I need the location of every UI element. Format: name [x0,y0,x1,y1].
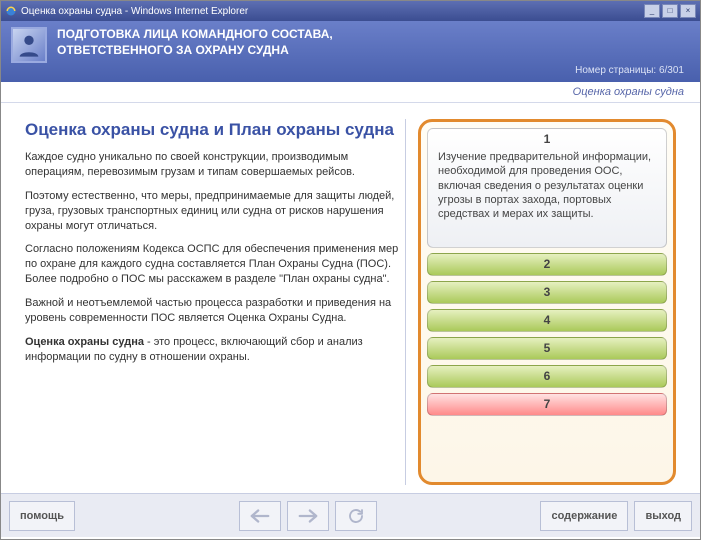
step-number: 3 [436,285,658,299]
step-description: Изучение предварительной информации, нео… [436,146,658,223]
paragraph: Оценка охраны судна - это процесс, включ… [25,335,399,365]
steps-column: 1 Изучение предварительной информации, н… [418,119,676,485]
step-number: 5 [436,341,658,355]
ie-icon [5,5,17,17]
text-column: Оценка охраны судна и План охраны судна … [25,119,406,485]
window-buttons: _ □ × [644,4,696,18]
window-titlebar: Оценка охраны судна - Windows Internet E… [1,1,700,21]
arrow-left-icon [249,507,271,525]
course-header: ПОДГОТОВКА ЛИЦА КОМАНДНОГО СОСТАВА, ОТВЕ… [1,21,700,82]
course-title-line1: ПОДГОТОВКА ЛИЦА КОМАНДНОГО СОСТАВА, [57,27,333,43]
step-item-2[interactable]: 2 [427,253,667,276]
step-item-4[interactable]: 4 [427,309,667,332]
step-item-7[interactable]: 7 [427,393,667,416]
step-item-1[interactable]: 1 Изучение предварительной информации, н… [427,128,667,248]
course-title-line2: ОТВЕТСТВЕННОГО ЗА ОХРАНУ СУДНА [57,43,333,59]
close-button[interactable]: × [680,4,696,18]
forward-button[interactable] [287,501,329,531]
back-button[interactable] [239,501,281,531]
refresh-icon [347,507,365,525]
breadcrumb: Оценка охраны судна [1,82,700,103]
maximize-button[interactable]: □ [662,4,678,18]
minimize-button[interactable]: _ [644,4,660,18]
exit-button[interactable]: выход [634,501,692,531]
step-number: 1 [436,132,658,146]
content-area: Оценка охраны судна и План охраны судна … [1,103,700,493]
arrow-right-icon [297,507,319,525]
avatar [11,27,47,63]
page-number: Номер страницы: 6/301 [11,63,690,80]
footer-bar: помощь содержание выход [1,493,700,537]
step-number: 6 [436,369,658,383]
steps-panel: 1 Изучение предварительной информации, н… [418,119,676,485]
paragraph: Согласно положениям Кодекса ОСПС для обе… [25,242,399,287]
contents-button[interactable]: содержание [540,501,628,531]
refresh-button[interactable] [335,501,377,531]
step-item-5[interactable]: 5 [427,337,667,360]
step-number: 2 [436,257,658,271]
step-item-3[interactable]: 3 [427,281,667,304]
help-button[interactable]: помощь [9,501,75,531]
window-title: Оценка охраны судна - Windows Internet E… [21,6,248,17]
step-item-6[interactable]: 6 [427,365,667,388]
bold-term: Оценка охраны судна [25,336,144,348]
paragraph: Важной и неотъемлемой частью процесса ра… [25,296,399,326]
page-title: Оценка охраны судна и План охраны судна [25,119,399,140]
step-number: 7 [436,397,658,411]
paragraph: Поэтому естественно, что меры, предприни… [25,189,399,234]
step-number: 4 [436,313,658,327]
paragraph: Каждое судно уникально по своей конструк… [25,150,399,180]
